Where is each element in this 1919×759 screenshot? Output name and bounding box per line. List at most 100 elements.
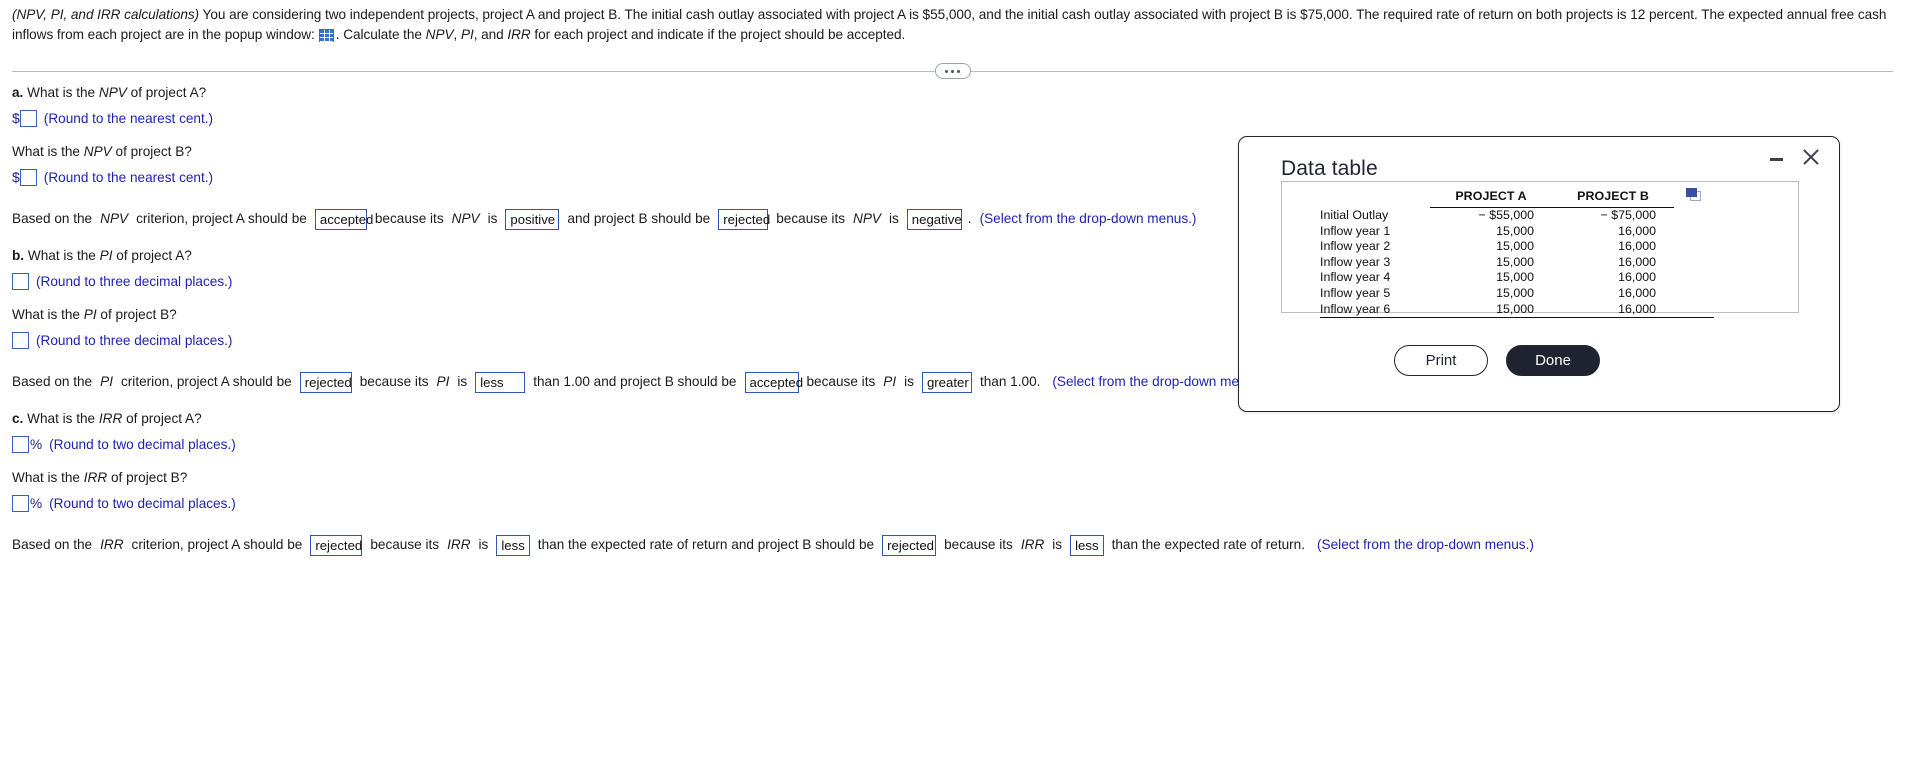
pi-a-input[interactable] [12, 273, 29, 290]
irr-dropdown-a-compare[interactable]: less [496, 534, 530, 556]
pi-crit-mid1b: is [457, 374, 468, 389]
row-label: Inflow year 4 [1320, 270, 1391, 285]
abbr-pi: PI [460, 27, 474, 42]
npv-crit-abbr2: NPV [451, 211, 480, 226]
abbr-pi-a: PI [99, 248, 113, 263]
irr-b-input[interactable] [12, 495, 29, 512]
question-cb-tail: of project B? [107, 470, 188, 485]
row-spacer [1674, 223, 1714, 239]
problem-text-3: for each project and indicate if the pro… [530, 27, 906, 42]
table-row: Inflow year 6 15,000 16,000 [1320, 301, 1714, 318]
question-c-tail: of project A? [122, 411, 202, 426]
close-icon[interactable] [1801, 147, 1821, 167]
question-b-project-b: What is the PI of project B? [12, 306, 1312, 323]
print-button[interactable]: Print [1394, 345, 1488, 376]
irr-dropdown-a-decision[interactable]: rejected [310, 534, 363, 556]
npv-dropdown-a-sign[interactable]: positive [505, 208, 560, 230]
pi-dropdown-b-decision[interactable]: accepted [744, 371, 803, 393]
irr-dropdown-b-decision[interactable]: rejected [882, 534, 937, 556]
npv-dropdown-b-decision[interactable]: rejected [718, 208, 770, 230]
copy-icon[interactable] [1686, 188, 1702, 202]
row-value-a: 15,000 [1496, 285, 1534, 300]
npv-a-input[interactable] [19, 110, 37, 127]
col-header-project-b: PROJECT B [1552, 187, 1674, 208]
row-label: Inflow year 2 [1320, 239, 1391, 254]
answer-b-project-b: (Round to three decimal places.) [12, 332, 1312, 349]
percent-symbol-b: % [30, 496, 43, 511]
abbr-irr-b: IRR [83, 470, 108, 485]
question-b-tail: of project A? [112, 248, 192, 263]
problem-title: (NPV, PI, and IRR calculations) [12, 7, 200, 22]
npv-crit-mid2: and project B should be [567, 211, 711, 226]
irr-crit-lead2: criterion, project A should be [131, 537, 303, 552]
question-c-lead: What is the [23, 411, 99, 426]
row-spacer [1674, 207, 1714, 223]
question-c-project-b: What is the IRR of project B? [12, 469, 1312, 486]
data-table-dialog: Data table PROJECT A PROJECT B Initial O… [1238, 136, 1840, 412]
row-spacer [1674, 254, 1714, 270]
problem-text-2: . Calculate the [335, 27, 426, 42]
table-header-row: PROJECT A PROJECT B [1320, 187, 1714, 208]
npv-b-input[interactable] [19, 169, 37, 186]
problem-statement: (NPV, PI, and IRR calculations) You are … [12, 5, 1907, 45]
minimize-icon[interactable] [1769, 149, 1785, 165]
answers-region: a. What is the NPV of project A? $ (Round… [12, 84, 1534, 556]
criterion-pi-line: Based on the PI criterion, project A shoul… [12, 371, 1312, 393]
npv-crit-lead: Based on the [12, 211, 93, 226]
row-spacer [1674, 270, 1714, 286]
question-a-lead: What is the [23, 85, 99, 100]
pi-crit-mid3: because its [806, 374, 876, 389]
copy-icon-front [1686, 188, 1697, 197]
done-button[interactable]: Done [1506, 345, 1600, 376]
row-value-b: − $75,000 [1600, 208, 1656, 222]
currency-symbol-a: $ [12, 110, 20, 126]
row-value-a: 15,000 [1496, 239, 1534, 254]
pi-crit-abbr: PI [100, 374, 113, 389]
irr-crit-lead: Based on the [12, 537, 93, 552]
hint-pi-a: (Round to three decimal places.) [36, 274, 233, 289]
pi-dropdown-b-compare[interactable]: greater [921, 371, 972, 393]
pi-b-input[interactable] [12, 332, 29, 349]
irr-a-input[interactable] [12, 436, 29, 453]
row-label: Inflow year 3 [1320, 254, 1391, 269]
pi-dropdown-a-decision[interactable]: rejected [299, 371, 352, 393]
question-c-project-a: c. What is the IRR of project A? [12, 410, 1312, 427]
table-body: Initial Outlay − $55,000 − $75,000 Inflo… [1320, 207, 1714, 318]
npv-crit-mid1: because its [374, 211, 444, 226]
irr-dropdown-b-compare[interactable]: less [1070, 534, 1104, 556]
npv-dropdown-a-decision[interactable]: accepted [314, 208, 373, 230]
table-row: Inflow year 2 15,000 16,000 [1320, 239, 1714, 255]
part-c-marker: c. [12, 411, 24, 426]
irr-crit-mid4: than the expected rate of return. [1111, 537, 1306, 552]
abbr-pi-b: PI [83, 307, 97, 322]
irr-select-hint: (Select from the drop-down menus.) [1317, 537, 1534, 552]
npv-dropdown-b-sign[interactable]: negative [906, 208, 962, 230]
npv-crit-period: . [967, 211, 972, 226]
row-value-a: 15,000 [1430, 301, 1552, 318]
question-ab-lead: What is the [12, 144, 84, 159]
row-spacer [1674, 285, 1714, 301]
expand-dots-button[interactable] [934, 63, 971, 79]
sep-2: , and [473, 27, 508, 42]
grid-table-icon[interactable] [318, 29, 334, 42]
page-root: (NPV, PI, and IRR calculations) You are … [0, 0, 1919, 759]
question-b-project-a: b. What is the PI of project A? [12, 247, 1312, 264]
dialog-title: Data table [1281, 157, 1378, 180]
question-cb-lead: What is the [12, 470, 84, 485]
irr-crit-abbr3: IRR [1020, 537, 1045, 552]
pi-crit-abbr3: PI [883, 374, 897, 389]
row-value-b: 16,000 [1552, 301, 1674, 318]
pi-dropdown-a-compare[interactable]: less [475, 371, 526, 393]
table-row: Inflow year 3 15,000 16,000 [1320, 254, 1714, 270]
abbr-npv-a: NPV [98, 85, 127, 100]
irr-crit-abbr2: IRR [447, 537, 471, 552]
npv-crit-mid3: because its [776, 211, 846, 226]
hint-pi-b: (Round to three decimal places.) [36, 333, 233, 348]
question-bb-lead: What is the [12, 307, 84, 322]
irr-crit-mid1b: is [478, 537, 489, 552]
data-table-frame: PROJECT A PROJECT B Initial Outlay − $55… [1281, 181, 1799, 318]
irr-crit-mid1: because its [370, 537, 440, 552]
row-spacer [1674, 301, 1714, 318]
hint-irr-a: (Round to two decimal places.) [49, 437, 236, 452]
row-value-a: − $55,000 [1478, 208, 1534, 222]
